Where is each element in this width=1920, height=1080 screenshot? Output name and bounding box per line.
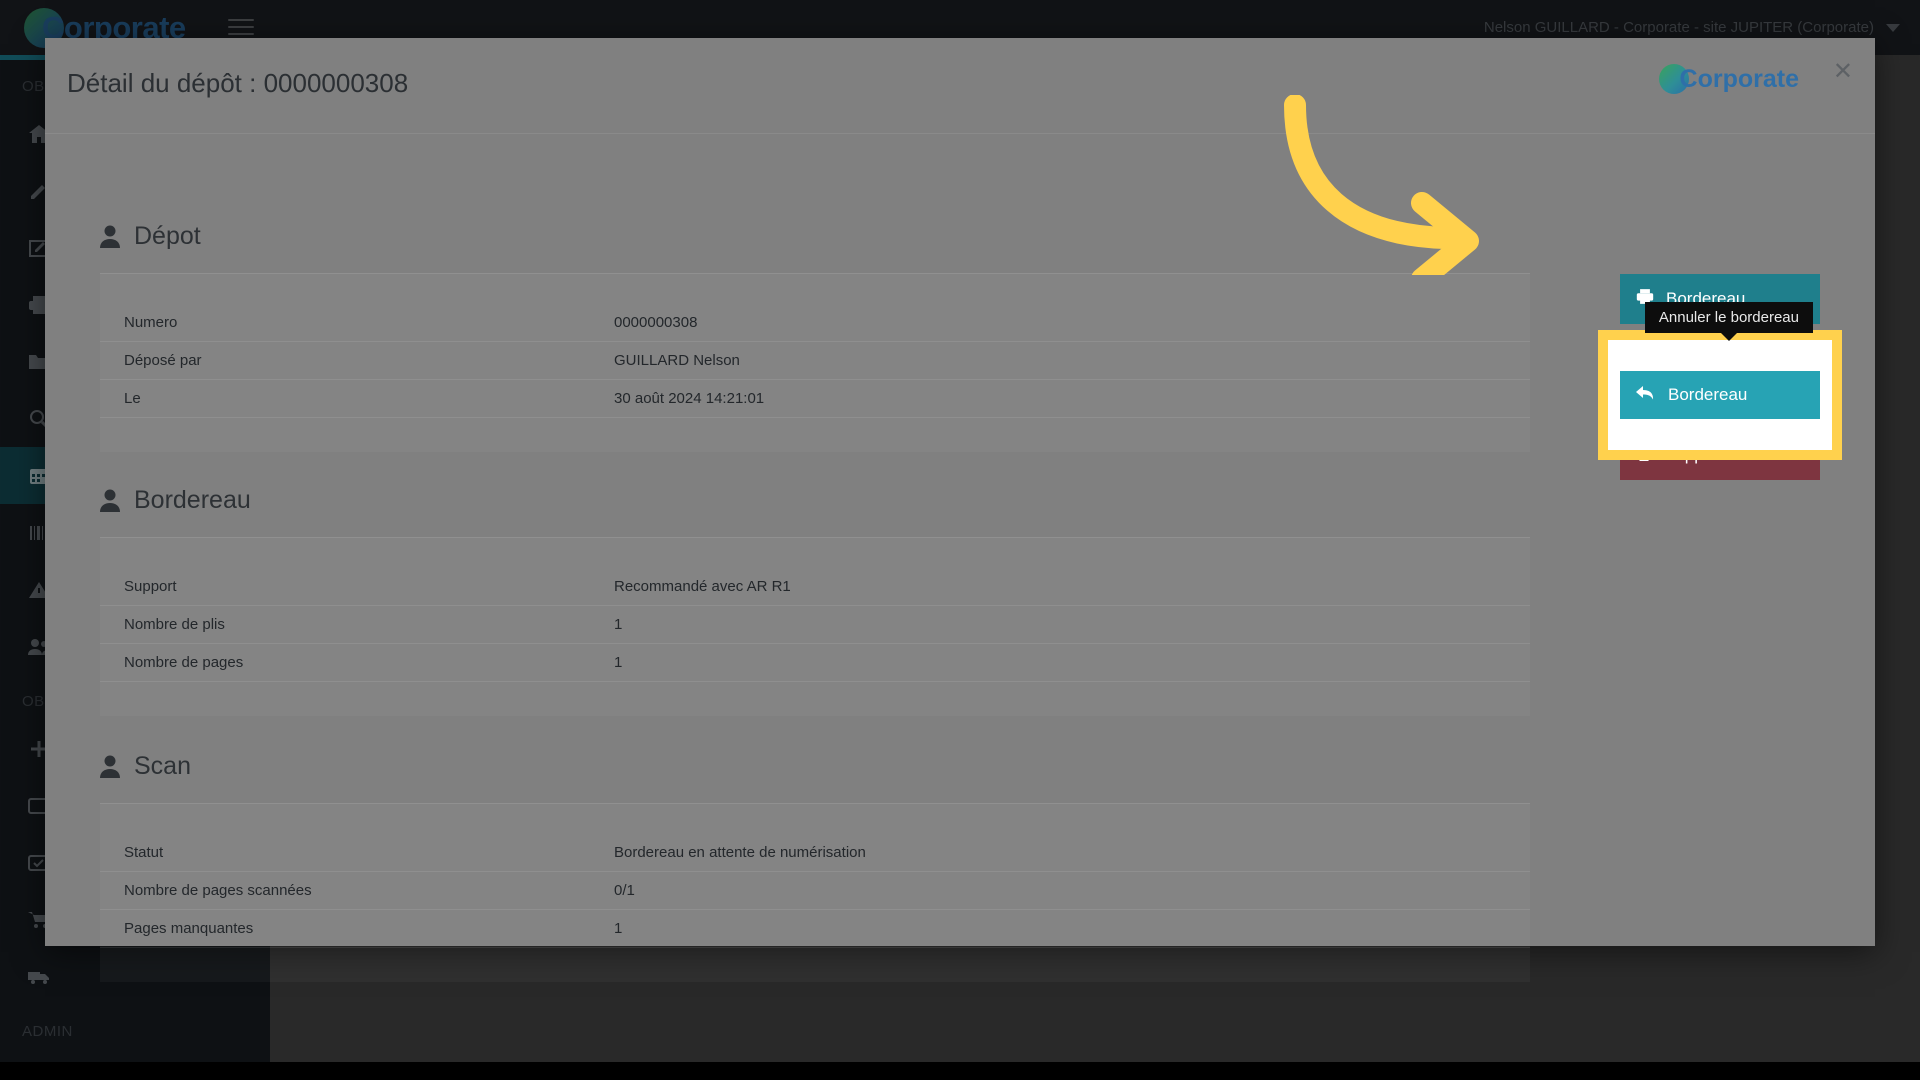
highlight-frame: Bordereau xyxy=(1598,330,1842,460)
row-key: Statut xyxy=(124,844,164,861)
row-value: 0000000308 xyxy=(614,314,698,331)
table-row: Nombre de plis 1 xyxy=(100,606,1530,644)
person-icon xyxy=(100,489,120,513)
modal-logo-label: Corporate xyxy=(1679,64,1799,93)
row-key: Nombre de pages scannées xyxy=(124,882,312,899)
section-scan: Scan Statut Bordereau en attente de numé… xyxy=(100,752,1530,982)
row-key: Nombre de plis xyxy=(124,616,225,633)
person-icon xyxy=(100,225,120,249)
section-heading-label: Dépot xyxy=(134,222,201,250)
row-value: Recommandé avec AR R1 xyxy=(614,578,791,595)
section-heading: Dépot xyxy=(100,222,1530,251)
modal-header: Détail du dépôt : 0000000308 Corporate ✕ xyxy=(45,38,1875,134)
cancel-bordereau-label: Bordereau xyxy=(1668,385,1748,404)
page-title: Détail du dépôt : 0000000308 xyxy=(67,68,409,98)
row-key: Nombre de pages xyxy=(124,654,244,671)
row-key: Support xyxy=(124,578,177,595)
table-row: Nombre de pages scannées 0/1 xyxy=(100,872,1530,910)
detail-table: Numero 0000000308 Déposé par GUILLARD Ne… xyxy=(100,273,1530,452)
row-value: GUILLARD Nelson xyxy=(614,352,740,369)
person-icon xyxy=(100,755,120,779)
tooltip-label: Annuler le bordereau xyxy=(1658,309,1799,326)
table-row: Déposé par GUILLARD Nelson xyxy=(100,342,1530,380)
detail-table: Support Recommandé avec AR R1 Nombre de … xyxy=(100,537,1530,716)
app-root: Corporate Nelson GUILLARD - Corporate - … xyxy=(0,0,1920,1062)
table-row: Nombre de pages 1 xyxy=(100,644,1530,682)
tooltip: Annuler le bordereau xyxy=(1644,302,1813,341)
row-value: Bordereau en attente de numérisation xyxy=(614,844,866,861)
row-key: Le xyxy=(124,390,141,407)
row-value: 1 xyxy=(614,920,623,937)
row-value: 0/1 xyxy=(614,882,635,899)
modal-logo: Corporate xyxy=(1658,64,1799,94)
table-row: Numero 0000000308 xyxy=(100,304,1530,342)
row-value: 30 août 2024 14:21:01 xyxy=(614,390,765,407)
row-key: Déposé par xyxy=(124,352,202,369)
table-row: Pages manquantes 1 xyxy=(100,910,1530,948)
table-row: Support Recommandé avec AR R1 xyxy=(100,568,1530,606)
row-value: 1 xyxy=(614,616,623,633)
close-icon[interactable]: ✕ xyxy=(1833,60,1853,84)
detail-table: Statut Bordereau en attente de numérisat… xyxy=(100,803,1530,982)
bottom-letterbox xyxy=(0,1062,1920,1080)
undo-arrow-icon xyxy=(1636,384,1656,407)
highlight-inner: Bordereau xyxy=(1608,340,1832,450)
section-heading-label: Scan xyxy=(134,752,191,780)
table-row: Le 30 août 2024 14:21:01 xyxy=(100,380,1530,418)
deposit-detail-modal: Détail du dépôt : 0000000308 Corporate ✕… xyxy=(45,38,1875,948)
section-heading: Scan xyxy=(100,752,1530,781)
row-key: Pages manquantes xyxy=(124,920,254,937)
modal-body: Dépot Numero 0000000308 Déposé par GUILL… xyxy=(45,134,1875,948)
row-key: Numero xyxy=(124,314,178,331)
section-bordereau: Bordereau Support Recommandé avec AR R1 … xyxy=(100,486,1530,716)
section-depot: Dépot Numero 0000000308 Déposé par GUILL… xyxy=(100,222,1530,452)
tooltip-arrow-icon xyxy=(1720,333,1737,341)
section-heading-label: Bordereau xyxy=(134,486,251,514)
cancel-bordereau-button[interactable]: Bordereau xyxy=(1620,371,1820,419)
row-value: 1 xyxy=(614,654,623,671)
section-heading: Bordereau xyxy=(100,486,1530,515)
table-row: Statut Bordereau en attente de numérisat… xyxy=(100,834,1530,872)
